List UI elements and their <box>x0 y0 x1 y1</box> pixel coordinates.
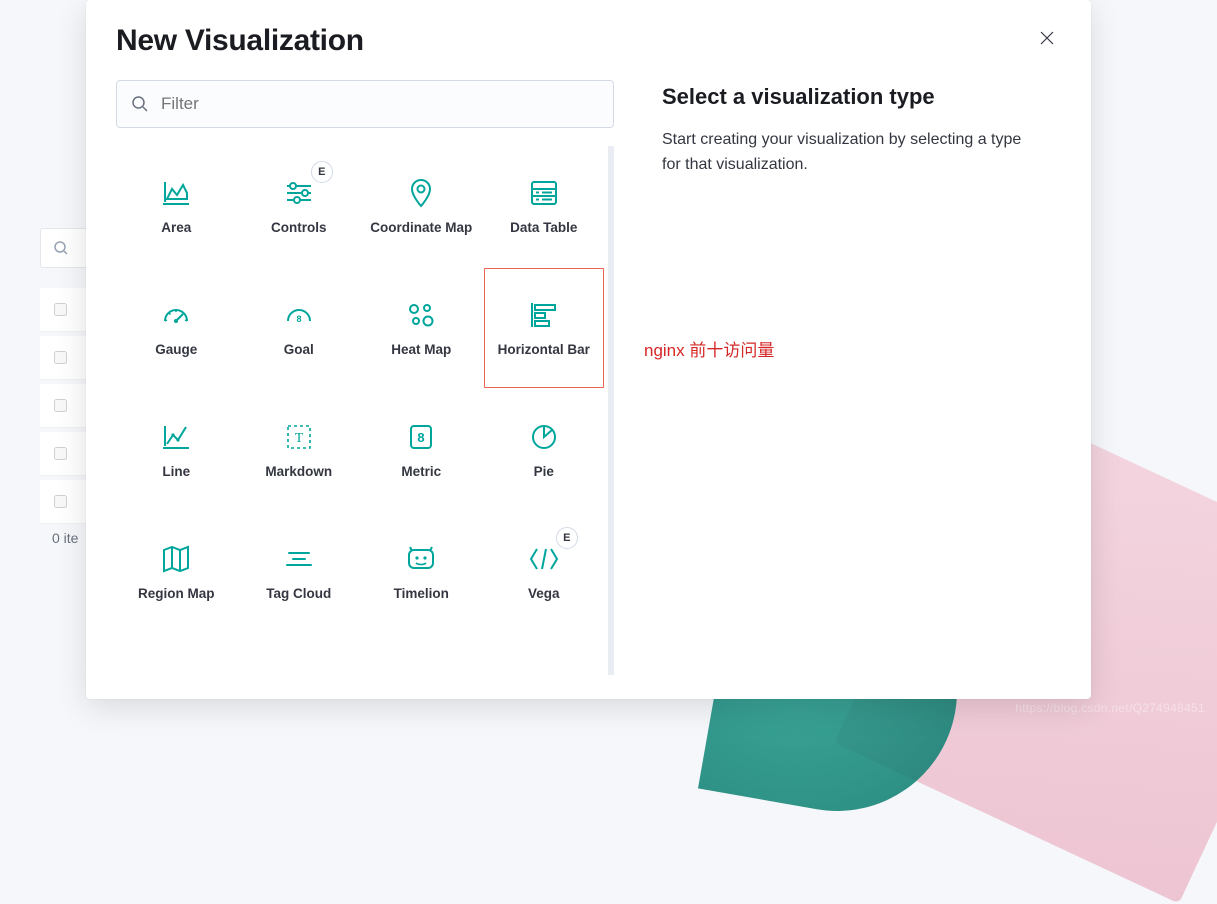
gauge-icon <box>159 298 193 332</box>
timelion-icon <box>404 542 438 576</box>
viz-label: Region Map <box>134 586 219 603</box>
viz-label: Goal <box>280 342 318 359</box>
controls-icon <box>282 176 316 210</box>
viz-label: Heat Map <box>387 342 455 359</box>
coordinate-map-icon <box>404 176 438 210</box>
close-button[interactable] <box>1033 24 1061 52</box>
viz-label: Markdown <box>261 464 336 481</box>
sidebar-help: Select a visualization type Start creati… <box>662 80 1061 675</box>
annotation-text: nginx 前十访问量 <box>644 336 1061 361</box>
line-icon <box>159 420 193 454</box>
viz-label: Data Table <box>506 220 581 237</box>
viz-tile-region-map[interactable]: Region Map <box>116 512 237 632</box>
viz-label: Line <box>158 464 194 481</box>
help-title: Select a visualization type <box>662 84 1061 110</box>
goal-icon <box>282 298 316 332</box>
viz-label: Area <box>157 220 195 237</box>
viz-tile-heat-map[interactable]: Heat Map <box>361 268 482 388</box>
heat-map-icon <box>404 298 438 332</box>
viz-label: Tag Cloud <box>262 586 335 603</box>
data-table-icon <box>527 176 561 210</box>
viz-label: Timelion <box>390 586 453 603</box>
viz-tile-goal[interactable]: Goal <box>239 268 360 388</box>
background-count-label: 0 ite <box>52 530 78 546</box>
viz-tile-horizontal-bar[interactable]: Horizontal Bar <box>484 268 605 388</box>
viz-tile-vega[interactable]: Vega E <box>484 512 605 632</box>
markdown-icon <box>282 420 316 454</box>
filter-input[interactable] <box>161 94 599 114</box>
help-description: Start creating your visualization by sel… <box>662 128 1042 178</box>
viz-tile-data-table[interactable]: Data Table <box>484 146 605 266</box>
viz-label: Controls <box>267 220 331 237</box>
viz-tile-coordinate-map[interactable]: Coordinate Map <box>361 146 482 266</box>
viz-tile-timelion[interactable]: Timelion <box>361 512 482 632</box>
search-icon <box>131 95 149 113</box>
region-map-icon <box>159 542 193 576</box>
viz-tile-gauge[interactable]: Gauge <box>116 268 237 388</box>
viz-label: Coordinate Map <box>366 220 476 237</box>
viz-tile-controls[interactable]: Controls E <box>239 146 360 266</box>
viz-tile-line[interactable]: Line <box>116 390 237 510</box>
tag-cloud-icon <box>282 542 316 576</box>
viz-label: Metric <box>397 464 445 481</box>
viz-picker-panel: Area Controls E Coordinate Map Data Table Gau… <box>116 80 614 675</box>
new-visualization-modal: New Visualization Area Controls E Coordinat… <box>86 0 1091 699</box>
viz-tile-tag-cloud[interactable]: Tag Cloud <box>239 512 360 632</box>
metric-icon <box>404 420 438 454</box>
viz-scroll-area: Area Controls E Coordinate Map Data Table Gau… <box>116 146 614 675</box>
viz-tile-markdown[interactable]: Markdown <box>239 390 360 510</box>
viz-tile-metric[interactable]: Metric <box>361 390 482 510</box>
pie-icon <box>527 420 561 454</box>
vega-icon <box>527 542 561 576</box>
modal-title: New Visualization <box>116 24 364 58</box>
viz-label: Pie <box>530 464 558 481</box>
viz-label: Gauge <box>151 342 201 359</box>
horizontal-bar-icon <box>527 298 561 332</box>
experimental-badge: E <box>311 161 333 183</box>
close-icon <box>1039 30 1055 46</box>
viz-label: Horizontal Bar <box>494 342 594 359</box>
area-icon <box>159 176 193 210</box>
filter-box[interactable] <box>116 80 614 128</box>
viz-label: Vega <box>524 586 564 603</box>
viz-tile-pie[interactable]: Pie <box>484 390 605 510</box>
viz-tile-area[interactable]: Area <box>116 146 237 266</box>
experimental-badge: E <box>556 527 578 549</box>
watermark: https://blog.csdn.net/Q274948451 <box>1015 701 1205 715</box>
